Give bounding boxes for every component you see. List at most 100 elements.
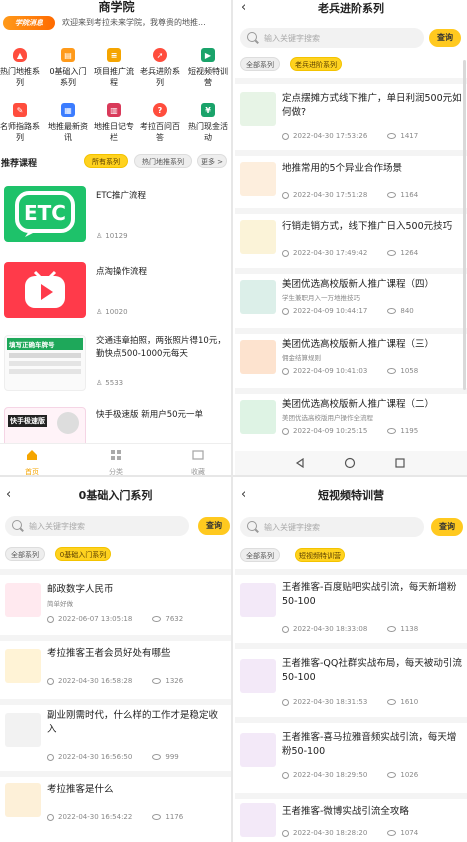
list-item[interactable]: 王者推客-喜马拉雅音频实战引流，每天增粉50-100 2022-04-30 18…	[235, 729, 467, 789]
chip-all-series[interactable]: 全部系列	[240, 548, 280, 562]
item-title: 美团优选高校版新人推广课程（二）	[282, 399, 435, 410]
eye-icon	[387, 133, 397, 139]
nav-recents-icon[interactable]	[395, 458, 405, 468]
chip-veteran[interactable]: 老兵进阶系列	[290, 57, 342, 71]
tab-category[interactable]: 分类	[96, 448, 136, 475]
clock-icon	[282, 829, 289, 837]
item-thumbnail	[240, 583, 276, 617]
clock-icon	[282, 698, 289, 706]
grid-item-diary[interactable]: ▥ 地推日记专栏	[94, 103, 134, 143]
item-title: 邮政数字人民币	[47, 584, 114, 595]
svg-text:ETC: ETC	[24, 201, 66, 225]
search-input[interactable]	[264, 30, 414, 46]
list-item[interactable]: 王者推客-微博实战引流全攻略 2022-04-30 18:28:20 1074	[235, 801, 467, 841]
item-meta: 2022-04-30 16:54:22 1176	[47, 813, 227, 821]
notice-text: 欢迎来到考拉未来学院，我尊贵的地推...	[62, 18, 206, 27]
item-meta: 2022-04-30 16:58:28 1326	[47, 677, 227, 685]
play-logo-icon	[25, 270, 65, 308]
grid-item-qa[interactable]: ? 考拉百问百答	[140, 103, 180, 143]
eye-icon	[387, 250, 397, 256]
scrollbar[interactable]	[463, 60, 466, 390]
course-item[interactable]: 快手极速版 快手极速版 新用户50元一单	[0, 407, 231, 463]
notice-logo: 学院消息	[3, 16, 55, 30]
item-thumbnail	[240, 659, 276, 693]
chip-more[interactable]: 更多 >	[197, 154, 227, 168]
chip-hot[interactable]: 热门地推系列	[134, 154, 192, 168]
item-meta: 2022-04-30 18:31:53 1610	[282, 698, 462, 706]
beginner-series-screen: ‹ 0基础入门系列 查询 全部系列 0基础入门系列 邮政数字人民币 简单好做 2…	[0, 477, 233, 842]
tab-home[interactable]: 首页	[12, 448, 52, 475]
grid-item-promotion[interactable]: ≡ 项目推广流程	[94, 48, 134, 88]
clipboard-icon: ≡	[107, 48, 121, 62]
clock-icon	[282, 625, 289, 633]
person-icon: ♙	[96, 379, 103, 387]
list-item[interactable]: 美团优选高校版新人推广课程（四） 学生兼职月入一万地推技巧 2022-04-09…	[235, 278, 467, 328]
search-box	[5, 516, 189, 536]
thumb-caption: 快手极速版	[8, 415, 47, 427]
clock-icon	[282, 307, 289, 315]
recommended-section: 推荐课程 所有系列 热门地推系列 更多 >	[0, 154, 231, 172]
search-button[interactable]: 查询	[198, 517, 230, 535]
search-box	[240, 517, 424, 537]
favorites-icon	[192, 450, 204, 460]
item-thumbnail	[240, 733, 276, 767]
eye-icon	[387, 772, 397, 778]
chip-all[interactable]: 所有系列	[84, 154, 128, 168]
course-item[interactable]: 点淘操作流程 ♙ 10020	[0, 262, 231, 324]
list-item[interactable]: 考拉推客是什么 2022-04-30 16:54:22 1176	[0, 781, 231, 831]
chip-all-series[interactable]: 全部系列	[5, 547, 45, 561]
page-title: 老兵进阶系列	[318, 2, 384, 15]
cash-icon: ¥	[201, 103, 215, 117]
eye-icon	[152, 814, 162, 820]
list-item[interactable]: 王者推客-百度贴吧实战引流，每天新增粉50-100 2022-04-30 18:…	[235, 579, 467, 639]
thumb-caption: 填写正确车牌号	[7, 338, 83, 350]
chip-all-series[interactable]: 全部系列	[240, 57, 280, 71]
short-video-screen: ‹ 短视频特训营 查询 全部系列 短视频特训营 王者推客-百度贴吧实战引流，每天…	[235, 477, 467, 842]
nav-back-icon[interactable]	[295, 458, 305, 468]
item-meta: 2022-04-30 16:56:50 999	[47, 753, 227, 761]
chip-beginner[interactable]: 0基础入门系列	[55, 547, 111, 561]
item-title: 王者推客-喜马拉雅音频实战引流，每天增粉50-100	[282, 732, 457, 757]
tab-favorites[interactable]: 收藏	[178, 448, 218, 475]
item-meta: 2022-04-09 10:25:15 1195	[282, 427, 462, 435]
grid-item-teacher[interactable]: ✎ 名师指路系列	[0, 103, 40, 143]
person-icon: ♙	[96, 232, 103, 240]
item-title: 考拉推客王者会员好处有哪些	[47, 648, 171, 659]
course-count: ♙ 10020	[96, 308, 128, 316]
grid-item-hot[interactable]: ▲ 热门地推系列	[0, 48, 40, 88]
list-item[interactable]: 副业刚需时代，什么样的工作才是稳定收入 2022-04-30 16:56:50 9…	[0, 709, 231, 769]
grid-item-video[interactable]: ▶ 短视频特训营	[188, 48, 228, 88]
list-item[interactable]: 美团优选高校版新人推广课程（三） 佣金结算规则 2022-04-09 10:41…	[235, 338, 467, 388]
chip-short-video[interactable]: 短视频特训营	[295, 548, 345, 562]
list-item[interactable]: 行销走销方式，线下推广日入500元技巧 2022-04-30 17:49:42 1…	[235, 218, 467, 268]
grid-item-beginner[interactable]: ▤ 0基础入门系列	[48, 48, 88, 88]
nav-home-icon[interactable]	[344, 457, 356, 469]
course-title: 点淘操作流程	[96, 267, 148, 277]
list-item[interactable]: 定点摆摊方式线下推广，单日利润500元如何做? 2022-04-30 17:53…	[235, 88, 467, 146]
eye-icon	[387, 626, 397, 632]
search-button[interactable]: 查询	[429, 29, 461, 47]
course-item[interactable]: ETC ETC推广流程 ♙ 10129	[0, 186, 231, 248]
item-thumbnail	[5, 583, 41, 617]
item-thumbnail	[5, 713, 41, 747]
course-item[interactable]: 填写正确车牌号 交通违章拍照，两张照片得10元，勤快点500-1000元每天 ♙…	[0, 335, 231, 397]
grid-item-veteran[interactable]: ➚ 老兵进阶系列	[140, 48, 180, 88]
clock-icon	[47, 615, 54, 623]
search-input[interactable]	[264, 519, 414, 535]
list-item[interactable]: 王者推客-QQ社群实战布局，每天被动引流50-100 2022-04-30 18…	[235, 655, 467, 715]
grid-item-cash[interactable]: ¥ 热门现金活动	[188, 103, 228, 143]
grid-item-news[interactable]: ▦ 地推最新资讯	[48, 103, 88, 143]
list-item[interactable]: 邮政数字人民币 简单好做 2022-06-07 13:05:18 7632	[0, 581, 231, 631]
item-thumbnail	[5, 783, 41, 817]
search-input[interactable]	[29, 518, 179, 534]
list-item[interactable]: 考拉推客王者会员好处有哪些 2022-04-30 16:58:28 1326	[0, 645, 231, 695]
list-item[interactable]: 地推常用的5个异业合作场景 2022-04-30 17:51:28 1164	[235, 160, 467, 210]
item-title: 美团优选高校版新人推广课程（四）	[282, 279, 435, 290]
clock-icon	[47, 677, 54, 685]
search-button[interactable]: 查询	[431, 518, 463, 536]
notice-bar[interactable]: 学院消息 欢迎来到考拉未来学院，我尊贵的地推...	[0, 14, 231, 32]
clock-icon	[282, 367, 289, 375]
news-icon: ▦	[61, 103, 75, 117]
item-title: 王者推客-微博实战引流全攻略	[282, 806, 409, 817]
list-item[interactable]: 美团优选高校版新人推广课程（二） 美团优选高校版用户操作全流程 2022-04-…	[235, 398, 467, 448]
